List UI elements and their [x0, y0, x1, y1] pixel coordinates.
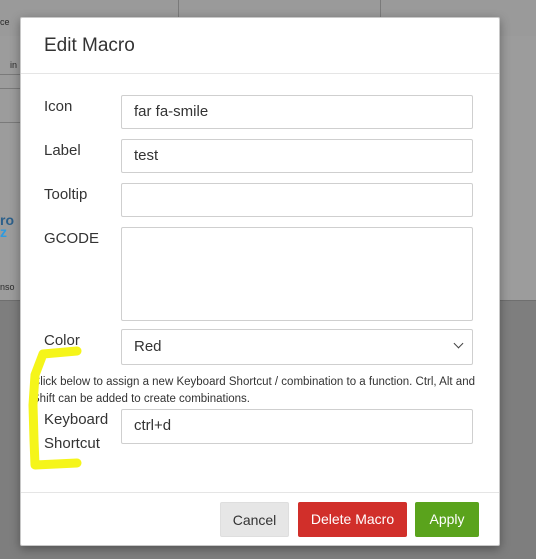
tooltip-input[interactable] — [121, 183, 473, 217]
background-logo: ro z — [0, 213, 14, 239]
dialog-footer: Cancel Delete Macro Apply — [21, 492, 499, 546]
chevron-down-icon — [453, 338, 464, 349]
apply-button[interactable]: Apply — [415, 502, 479, 537]
background-line — [0, 74, 20, 75]
icon-input[interactable]: far fa-smile — [121, 95, 473, 129]
cancel-button[interactable]: Cancel — [220, 502, 289, 537]
icon-label: Icon — [44, 98, 73, 115]
label-input[interactable]: test — [121, 139, 473, 173]
background-line — [0, 122, 20, 123]
delete-macro-button[interactable]: Delete Macro — [298, 502, 407, 537]
background-text: ce — [0, 17, 10, 27]
gcode-textarea[interactable] — [121, 227, 473, 321]
highlighter-annotation — [28, 346, 82, 470]
dialog-title: Edit Macro — [44, 35, 135, 56]
background-left-panel — [0, 36, 21, 300]
highlighter-stroke — [28, 346, 82, 470]
background-line — [0, 88, 20, 89]
gcode-label: GCODE — [44, 230, 100, 247]
dialog-header: Edit Macro — [21, 18, 499, 74]
label-label: Label — [44, 142, 81, 159]
background-right-panel — [498, 36, 536, 300]
keyboard-shortcut-input[interactable]: ctrl+d — [121, 409, 473, 444]
shortcut-help-text: Click below to assign a new Keyboard Sho… — [32, 376, 475, 405]
tooltip-label: Tooltip — [44, 186, 88, 203]
color-select-value: Red — [134, 338, 162, 355]
background-text: nso — [0, 282, 15, 292]
background-text: in — [10, 60, 18, 70]
color-select[interactable]: Red — [121, 329, 473, 365]
